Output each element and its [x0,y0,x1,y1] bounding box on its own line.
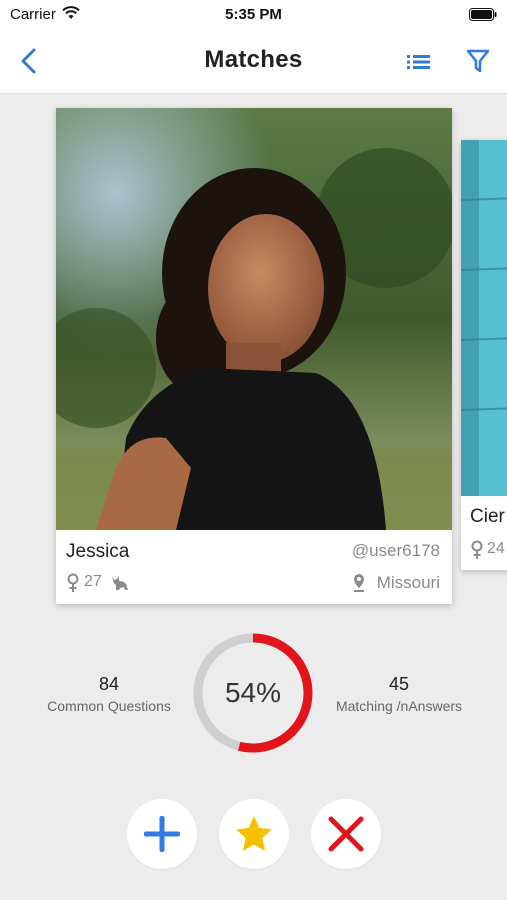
list-icon [407,55,430,69]
nav-bar: Matches [0,30,507,94]
close-icon [328,816,364,852]
next-profile-photo [461,140,507,496]
profile-location: Missouri [376,573,440,592]
matching-answers-stat: 45 Matching /nAnswers [326,674,472,714]
location-pin-icon [354,574,364,592]
star-icon [236,816,272,851]
profile-card[interactable]: Jessica @user6178 27 Missouri [56,108,452,604]
profile-age: 27 [84,573,102,590]
female-icon [471,540,483,559]
profile-username: @user6178 [351,541,440,560]
status-bar: Carrier 5:35 PM [0,0,507,30]
reject-button[interactable] [311,799,381,869]
battery-icon [469,8,497,21]
plus-icon [144,816,180,852]
list-view-button[interactable] [404,48,434,76]
cat-icon [112,576,128,590]
matching-answers-label: Matching /nAnswers [335,698,463,714]
add-button[interactable] [127,799,197,869]
matching-answers-value: 45 [388,674,410,694]
profile-photo [56,108,452,530]
common-questions-label: Common Questions [47,698,171,714]
match-percent: 54% [224,677,282,708]
common-questions-stat: 84 Common Questions [38,674,180,714]
filter-button[interactable] [464,46,492,76]
common-questions-value: 84 [98,674,120,694]
filter-icon [466,49,490,73]
favorite-button[interactable] [219,799,289,869]
female-icon [67,573,79,592]
profile-name: Jessica [66,541,130,562]
next-profile-age: 24 [487,540,505,557]
status-time: 5:35 PM [225,6,282,23]
next-profile-name: Cier [470,506,505,527]
next-profile-card[interactable]: Cier 24 [461,140,507,570]
